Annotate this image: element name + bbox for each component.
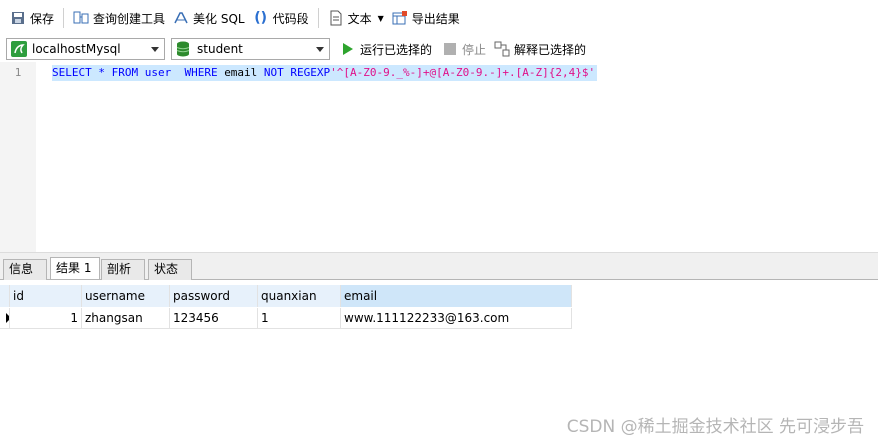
chevron-down-icon bbox=[316, 47, 324, 52]
sql-editor[interactable]: 1 SELECT * FROM user WHERE email NOT REG… bbox=[0, 62, 878, 252]
explain-selected-button[interactable]: 解释已选择的 bbox=[494, 41, 586, 58]
beautify-sql-label: 美化 SQL bbox=[193, 11, 245, 26]
line-gutter: 1 bbox=[0, 62, 36, 252]
grid-header: id username password quanxian email bbox=[0, 285, 572, 307]
beautify-icon bbox=[173, 10, 189, 26]
query-builder-icon bbox=[73, 10, 89, 26]
save-label: 保存 bbox=[30, 11, 55, 26]
cell-email[interactable]: www.111122233@163.com bbox=[341, 308, 572, 329]
line-number: 1 bbox=[14, 66, 22, 79]
tab-result-1[interactable]: 结果 1 bbox=[50, 257, 100, 279]
chevron-down-icon: ▼ bbox=[377, 13, 384, 23]
stop-button[interactable]: 停止 bbox=[442, 41, 486, 58]
explain-selected-label: 解释已选择的 bbox=[514, 42, 587, 57]
beautify-sql-button[interactable]: 美化 SQL bbox=[169, 6, 249, 30]
sql-keywords: SELECT * FROM user WHERE bbox=[52, 66, 225, 79]
column-header-username[interactable]: username bbox=[82, 285, 170, 307]
explain-icon bbox=[494, 41, 510, 57]
sql-line[interactable]: SELECT * FROM user WHERE email NOT REGEX… bbox=[52, 65, 598, 81]
column-header-id[interactable]: id bbox=[10, 285, 82, 307]
table-row[interactable]: 1 zhangsan 123456 1 www.111122233@163.co… bbox=[0, 308, 572, 329]
save-button[interactable]: 保存 bbox=[6, 6, 58, 30]
column-header-email[interactable]: email bbox=[341, 285, 572, 307]
mysql-connection-icon bbox=[11, 41, 27, 57]
connection-select[interactable]: localhostMysql bbox=[6, 38, 165, 60]
tab-status[interactable]: 状态 bbox=[148, 259, 192, 280]
text-mode-label: 文本 bbox=[347, 11, 372, 26]
database-value: student bbox=[197, 42, 243, 56]
connection-value: localhostMysql bbox=[32, 42, 121, 56]
document-icon bbox=[328, 10, 344, 26]
sql-string-literal: '^[A-Z0-9._%-]+@[A-Z0-9.-]+.[A-Z]{2,4}$' bbox=[330, 66, 596, 79]
query-builder-label: 查询创建工具 bbox=[93, 11, 166, 26]
sql-operator: NOT REGEXP bbox=[257, 66, 331, 79]
export-icon bbox=[392, 10, 408, 26]
tab-info[interactable]: 信息 bbox=[3, 259, 47, 280]
run-selected-label: 运行已选择的 bbox=[360, 42, 433, 57]
database-icon bbox=[176, 41, 192, 57]
play-icon bbox=[340, 41, 356, 57]
database-select[interactable]: student bbox=[171, 38, 330, 60]
export-results-label: 导出结果 bbox=[411, 11, 460, 26]
watermark: CSDN @稀土掘金技术社区 先可浸步吾 bbox=[566, 417, 864, 437]
run-toolbar: localhostMysql student 运行已选择的 停止 解释已选择的 bbox=[0, 36, 878, 62]
code-snippet-button[interactable]: () 代码段 bbox=[249, 6, 313, 30]
main-toolbar: 保存 查询创建工具 美化 SQL () 代码段 文本 ▼ 导出结果 bbox=[0, 0, 878, 36]
tab-profile[interactable]: 剖析 bbox=[101, 259, 145, 280]
sql-column: email bbox=[224, 66, 258, 79]
text-mode-button[interactable]: 文本 ▼ bbox=[324, 6, 388, 30]
toolbar-divider bbox=[317, 8, 319, 28]
cell-quanxian[interactable]: 1 bbox=[258, 308, 341, 329]
row-indicator-header bbox=[0, 285, 10, 307]
cell-username[interactable]: zhangsan bbox=[82, 308, 170, 329]
run-selected-button[interactable]: 运行已选择的 bbox=[340, 41, 432, 58]
stop-label: 停止 bbox=[462, 42, 487, 57]
code-snippet-label: 代码段 bbox=[272, 11, 309, 26]
export-results-button[interactable]: 导出结果 bbox=[388, 6, 464, 30]
column-header-password[interactable]: password bbox=[170, 285, 258, 307]
chevron-down-icon bbox=[151, 47, 159, 52]
stop-icon bbox=[442, 41, 458, 57]
code-snippet-icon: () bbox=[254, 10, 267, 26]
cell-id[interactable]: 1 bbox=[10, 308, 82, 329]
cell-password[interactable]: 123456 bbox=[170, 308, 258, 329]
toolbar-divider bbox=[63, 8, 65, 28]
current-row-indicator-icon bbox=[0, 308, 10, 329]
save-icon bbox=[10, 10, 26, 26]
query-builder-button[interactable]: 查询创建工具 bbox=[69, 6, 169, 30]
result-tabs: 信息 结果 1 剖析 状态 bbox=[0, 256, 878, 280]
column-header-quanxian[interactable]: quanxian bbox=[258, 285, 341, 307]
